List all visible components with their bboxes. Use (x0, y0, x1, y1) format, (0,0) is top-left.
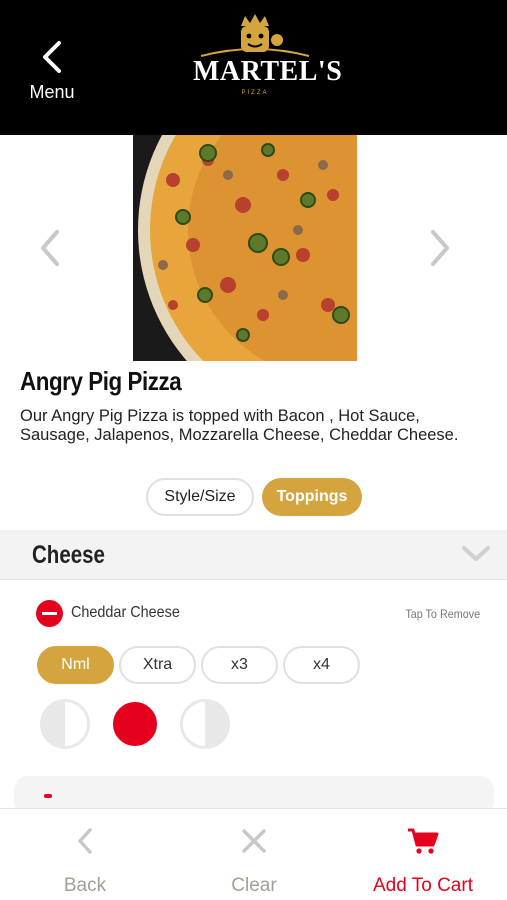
amount-normal-button[interactable]: Nml (37, 646, 114, 684)
remove-topping-button[interactable] (36, 600, 63, 627)
topping-row: Cheddar Cheese Tap To Remove (36, 600, 486, 628)
menu-label: Menu (29, 82, 75, 102)
menu-back-button[interactable]: Menu (22, 40, 82, 110)
right-half-button[interactable] (180, 699, 230, 749)
portion-selector (40, 699, 230, 749)
bottom-nav: Back Clear Add To Cart (0, 808, 507, 900)
logo-wordmark: MARTEL'S (193, 56, 343, 87)
logo-subtitle: PIZZA (241, 90, 269, 96)
chevron-left-icon (41, 230, 59, 266)
add-to-cart-label: Add To Cart (373, 875, 473, 896)
card-indicator (44, 794, 52, 798)
tap-to-remove-hint: Tap To Remove (405, 607, 480, 621)
back-button[interactable]: Back (30, 809, 140, 900)
clear-button[interactable]: Clear (200, 809, 308, 900)
add-to-cart-button[interactable]: Add To Cart (353, 809, 493, 900)
amount-x3-button[interactable]: x3 (201, 646, 278, 684)
amount-extra-button[interactable]: Xtra (119, 646, 196, 684)
chevron-right-icon (431, 230, 449, 266)
cheese-section-header[interactable]: Cheese (0, 530, 507, 580)
chevron-left-icon (43, 41, 61, 73)
app-header: Menu MARTEL'S PIZZA (0, 0, 507, 135)
carousel-prev-button[interactable] (35, 228, 65, 268)
close-icon (242, 829, 266, 853)
product-title: Angry Pig Pizza (20, 366, 182, 396)
tab-style-size[interactable]: Style/Size (146, 478, 254, 516)
martels-logo: MARTEL'S PIZZA (193, 14, 343, 104)
option-tabs: Style/Size Toppings (146, 478, 362, 516)
product-description: Our Angry Pig Pizza is topped with Bacon… (20, 407, 459, 444)
shopping-cart-icon (408, 828, 439, 854)
amount-selector: Nml Xtra x3 x4 (37, 646, 360, 684)
tab-toppings[interactable]: Toppings (262, 478, 362, 516)
whole-pizza-button[interactable] (110, 699, 160, 749)
amount-x4-button[interactable]: x4 (283, 646, 360, 684)
clear-label: Clear (231, 875, 277, 896)
left-half-button[interactable] (40, 699, 90, 749)
back-label: Back (63, 875, 107, 896)
chevron-left-icon (78, 828, 92, 854)
carousel-next-button[interactable] (425, 228, 455, 268)
king-mascot-icon (200, 14, 310, 57)
pizza-photo (133, 135, 357, 361)
section-title: Cheese (32, 541, 105, 569)
image-carousel (0, 135, 507, 361)
chevron-down-icon (462, 546, 490, 561)
topping-name: Cheddar Cheese (71, 604, 180, 621)
